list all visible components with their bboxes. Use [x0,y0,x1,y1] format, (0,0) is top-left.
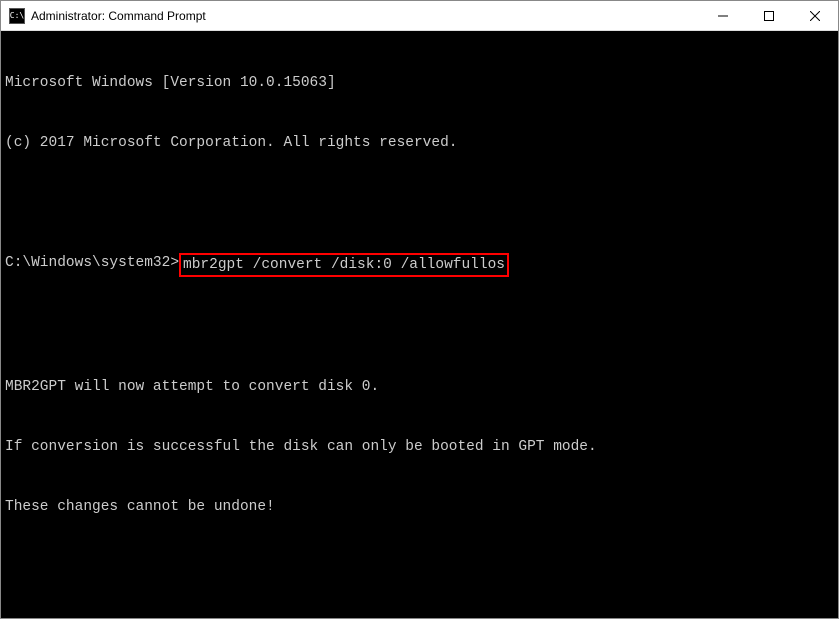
copyright-line: (c) 2017 Microsoft Corporation. All righ… [5,133,834,153]
titlebar[interactable]: C:\ Administrator: Command Prompt [1,1,838,31]
close-button[interactable] [792,1,838,30]
prompt-line: C:\Windows\system32>mbr2gpt /convert /di… [5,253,834,277]
blank-line [5,193,834,213]
terminal-area[interactable]: Microsoft Windows [Version 10.0.15063] (… [1,31,838,618]
minimize-button[interactable] [700,1,746,30]
copyright-line: Microsoft Windows [Version 10.0.15063] [5,73,834,93]
output-line: MBR2GPT will now attempt to convert disk… [5,377,834,397]
window-title: Administrator: Command Prompt [31,9,700,23]
output-line: If conversion is successful the disk can… [5,437,834,457]
close-icon [810,11,820,21]
highlighted-command: mbr2gpt /convert /disk:0 /allowfullos [179,253,509,277]
blank-line [5,557,834,577]
maximize-button[interactable] [746,1,792,30]
maximize-icon [764,11,774,21]
minimize-icon [718,11,728,21]
cmd-icon: C:\ [9,8,25,24]
prompt-text: C:\Windows\system32> [5,253,179,277]
output-line: These changes cannot be undone! [5,497,834,517]
command-prompt-window: C:\ Administrator: Command Prompt Micros… [0,0,839,619]
blank-line [5,317,834,337]
output-line: MBR2GPT: Attempting to convert disk 0 [5,617,834,618]
window-controls [700,1,838,30]
